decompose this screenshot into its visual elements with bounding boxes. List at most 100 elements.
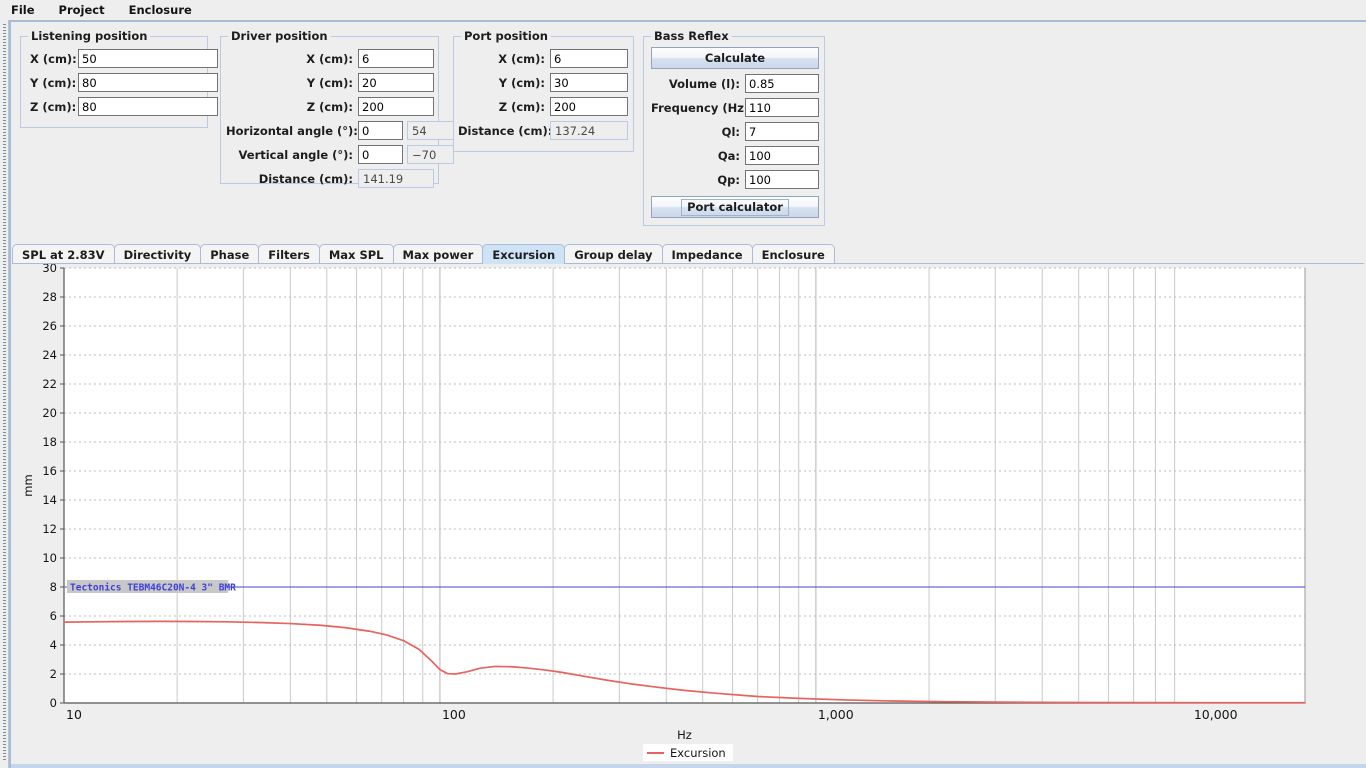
split-pane-divider[interactable] xyxy=(0,20,9,768)
tab-directivity[interactable]: Directivity xyxy=(113,244,202,264)
label-qa: Qa: xyxy=(717,148,740,163)
input-frequency[interactable] xyxy=(745,98,819,117)
label-driver-distance: Distance (cm): xyxy=(258,171,353,186)
input-port-x[interactable] xyxy=(550,49,628,68)
input-port-z[interactable] xyxy=(550,97,628,116)
input-driver-y[interactable] xyxy=(358,73,434,92)
label-driver-horizontal-angle: Horizontal angle (°): xyxy=(226,123,358,138)
label-listening-x: X (cm): xyxy=(30,51,77,66)
input-volume[interactable] xyxy=(745,74,819,93)
legend-label-excursion: Excursion xyxy=(670,745,726,760)
field-row-listening-x: X (cm): xyxy=(30,49,218,68)
svg-text:28: 28 xyxy=(42,290,57,304)
label-port-z: Z (cm): xyxy=(498,99,545,114)
input-ql[interactable] xyxy=(745,122,819,141)
label-listening-z: Z (cm): xyxy=(30,99,77,114)
label-driver-z: Z (cm): xyxy=(306,99,353,114)
input-listening-z[interactable] xyxy=(78,97,218,116)
svg-text:12: 12 xyxy=(42,522,57,536)
field-row-listening-y: Y (cm): xyxy=(30,73,218,92)
readonly-driver-vertical-angle: −70 xyxy=(407,145,454,164)
excursion-chart-panel: 0 2 4 6 8 10 12 14 16 18 20 22 24 26 28 30 mm 10 100 1,000 1… xyxy=(12,263,1364,766)
svg-text:20: 20 xyxy=(42,406,57,420)
input-driver-horizontal-angle[interactable] xyxy=(358,121,403,140)
field-row-volume: Volume (l): xyxy=(651,74,819,93)
label-listening-y: Y (cm): xyxy=(30,75,77,90)
excursion-chart[interactable]: 024681012141618202224262830mm10 100 1,000 1… xyxy=(12,264,1364,766)
svg-text:6: 6 xyxy=(50,609,57,623)
input-driver-x[interactable] xyxy=(358,49,434,68)
input-listening-x[interactable] xyxy=(78,49,218,68)
svg-text:30: 30 xyxy=(42,264,57,275)
x-axis-ticks: 10 100 1,000 10,000 xyxy=(66,707,1238,722)
input-port-y[interactable] xyxy=(550,73,628,92)
group-title-port-position: Port position xyxy=(461,29,551,43)
menu-item-file[interactable]: File xyxy=(8,2,38,18)
field-row-driver-distance: Distance (cm): 141.19 xyxy=(226,169,434,188)
group-title-listening-position: Listening position xyxy=(28,29,151,43)
svg-text:0: 0 xyxy=(50,696,57,710)
svg-text:18: 18 xyxy=(42,435,57,449)
tab-max-power[interactable]: Max power xyxy=(392,244,484,264)
tab-enclosure[interactable]: Enclosure xyxy=(751,244,835,264)
menu-item-project[interactable]: Project xyxy=(56,2,108,18)
svg-text:10: 10 xyxy=(66,707,82,722)
label-driver-y: Y (cm): xyxy=(306,75,353,90)
svg-text:100: 100 xyxy=(442,707,466,722)
field-row-port-distance: Distance (cm): 137.24 xyxy=(458,121,628,140)
input-qp[interactable] xyxy=(745,170,819,189)
input-listening-y[interactable] xyxy=(78,73,218,92)
label-driver-x: X (cm): xyxy=(306,51,353,66)
label-port-distance: Distance (cm): xyxy=(458,123,553,138)
field-row-port-x: X (cm): xyxy=(458,49,628,68)
svg-text:16: 16 xyxy=(42,464,57,478)
readonly-driver-distance: 141.19 xyxy=(358,169,434,188)
field-row-qp: Qp: xyxy=(651,170,819,189)
svg-text:14: 14 xyxy=(42,493,57,507)
tab-group-delay[interactable]: Group delay xyxy=(564,244,663,264)
parameters-form: Listening position X (cm): Y (cm): Z (cm… xyxy=(11,22,1364,230)
x-axis-label: Hz xyxy=(677,728,692,742)
tab-impedance[interactable]: Impedance xyxy=(661,244,753,264)
group-listening-position: Listening position X (cm): Y (cm): Z (cm… xyxy=(20,29,218,128)
tab-phase[interactable]: Phase xyxy=(200,244,260,264)
label-driver-vertical-angle: Vertical angle (°): xyxy=(238,147,354,162)
input-driver-vertical-angle[interactable] xyxy=(358,145,403,164)
tab-bar: SPL at 2.83V Directivity Phase Filters M… xyxy=(12,243,1352,264)
menu-bar: File Project Enclosure xyxy=(0,0,1366,20)
input-driver-z[interactable] xyxy=(358,97,434,116)
legend-swatch-excursion xyxy=(647,751,664,754)
label-port-x: X (cm): xyxy=(498,51,545,66)
field-row-driver-x: X (cm): xyxy=(226,49,434,68)
port-calculator-button[interactable]: Port calculator xyxy=(651,196,819,218)
field-row-driver-y: Y (cm): xyxy=(226,73,434,92)
calculate-button[interactable]: Calculate xyxy=(651,47,819,69)
svg-text:24: 24 xyxy=(42,348,57,362)
label-port-y: Y (cm): xyxy=(498,75,545,90)
label-qp: Qp: xyxy=(717,172,740,187)
menu-item-enclosure[interactable]: Enclosure xyxy=(126,2,195,18)
tab-excursion[interactable]: Excursion xyxy=(482,244,566,264)
label-volume: Volume (l): xyxy=(668,76,740,91)
svg-text:4: 4 xyxy=(50,638,57,652)
svg-text:8: 8 xyxy=(50,580,57,594)
port-calculator-button-label: Port calculator xyxy=(681,198,789,216)
input-qa[interactable] xyxy=(745,146,819,165)
y-axis-ticks: 024681012141618202224262830 xyxy=(42,264,64,710)
field-row-listening-z: Z (cm): xyxy=(30,97,218,116)
readonly-port-distance: 137.24 xyxy=(550,121,628,140)
chart-legend: Excursion xyxy=(643,744,733,761)
tab-filters[interactable]: Filters xyxy=(258,244,320,264)
label-ql: Ql: xyxy=(721,124,740,139)
calculate-button-label: Calculate xyxy=(704,51,766,65)
field-row-driver-horizontal-angle: Horizontal angle (°): 54 xyxy=(226,121,454,140)
field-row-port-y: Y (cm): xyxy=(458,73,628,92)
tab-max-spl[interactable]: Max SPL xyxy=(318,244,394,264)
window-bottom-edge xyxy=(11,764,1366,768)
field-row-driver-z: Z (cm): xyxy=(226,97,434,116)
tab-spl-at-283v[interactable]: SPL at 2.83V xyxy=(12,244,115,264)
field-row-frequency: Frequency (Hz): xyxy=(651,98,819,117)
plot-area xyxy=(64,268,1305,703)
field-row-port-z: Z (cm): xyxy=(458,97,628,116)
svg-text:1,000: 1,000 xyxy=(818,707,854,722)
